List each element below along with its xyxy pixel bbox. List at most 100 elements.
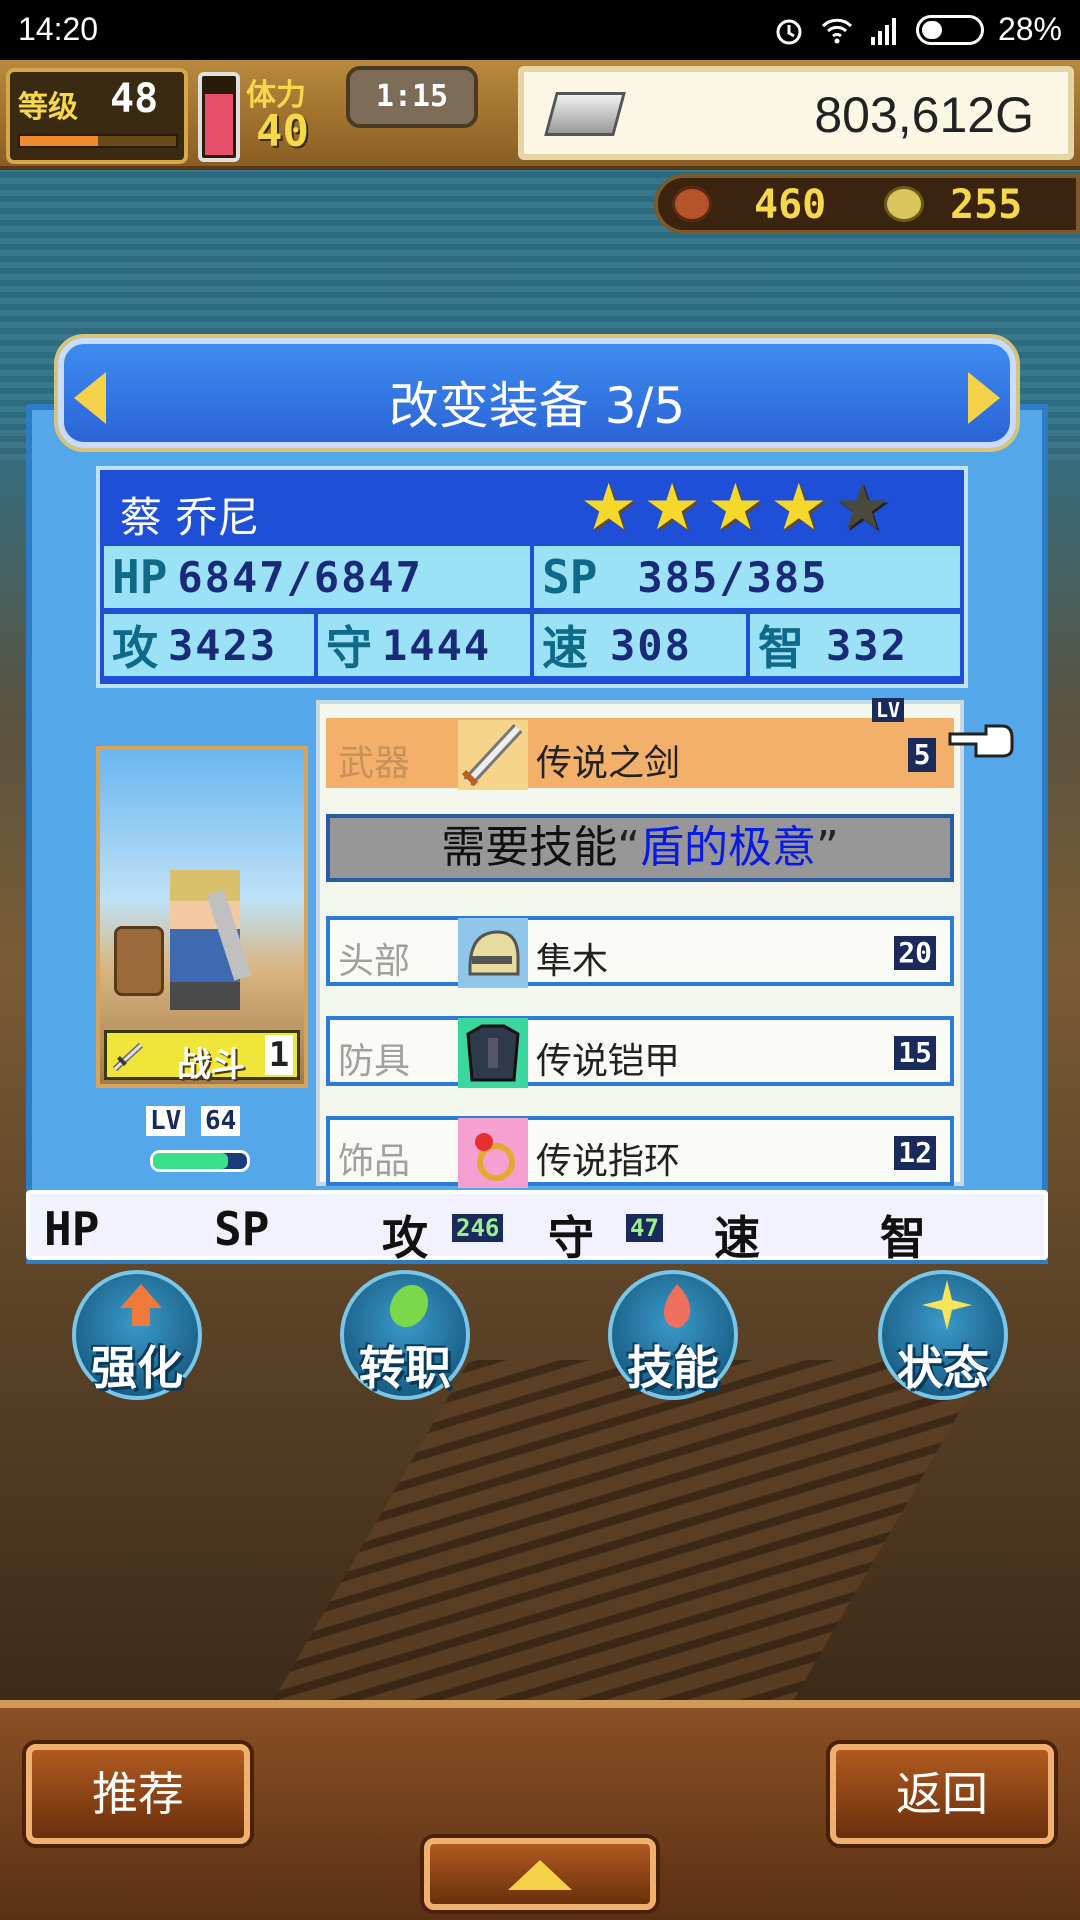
status-bar: 14:20 28% xyxy=(0,0,1080,60)
armor-level: 15 xyxy=(894,1036,936,1070)
summary-hp-label: HP xyxy=(44,1202,100,1256)
stamina-value: 40 xyxy=(256,106,309,157)
level-label: 等级 xyxy=(18,90,78,125)
level-value: 48 xyxy=(110,76,159,122)
status-label: 状态 xyxy=(897,1341,989,1395)
hp-stat: HP 6847/6847 xyxy=(104,546,534,608)
summary-atk-delta: 246 xyxy=(452,1214,504,1242)
sp-label: SP xyxy=(542,550,598,604)
bottom-bar: 推荐 返回 xyxy=(0,1700,1080,1920)
weapon-name: 传说之剑 xyxy=(536,743,681,784)
skills-label: 技能 xyxy=(627,1341,719,1395)
sp-value: 385/385 xyxy=(637,552,829,602)
equip-slot-weapon[interactable]: 武器 传说之剑 LV 5 xyxy=(326,698,954,790)
gold-display: 803,612G xyxy=(518,66,1074,160)
armor-name: 传说铠甲 xyxy=(536,1041,681,1082)
equip-slot-head[interactable]: 头部 隼木 20 xyxy=(326,916,954,988)
signal-icon xyxy=(870,17,896,45)
head-level: 20 xyxy=(894,936,936,970)
spd-value: 308 xyxy=(610,620,692,670)
ring-icon xyxy=(458,1118,528,1188)
required-skill-notice: 需要技能“盾的极意” xyxy=(326,814,954,882)
atk-value: 3423 xyxy=(168,620,278,670)
next-character-arrow-icon[interactable] xyxy=(968,372,1000,424)
required-skill-open-quote: “ xyxy=(617,822,640,873)
expand-up-button[interactable] xyxy=(424,1838,656,1910)
medal-icon xyxy=(884,186,924,222)
helmet-icon xyxy=(458,918,528,988)
character-level-label: LV xyxy=(146,1106,186,1136)
spd-stat: 速 308 xyxy=(534,614,750,676)
character-info: 蔡 乔尼 ★ ★ ★ ★ ★ HP 6847/6847 SP 385/385 攻 342… xyxy=(96,466,968,688)
character-rank-stars: ★ ★ ★ ★ ★ xyxy=(580,476,891,540)
head-slot-label: 头部 xyxy=(338,941,411,982)
job-name: 战斗 xyxy=(177,1045,245,1085)
summary-def-label: 守 xyxy=(548,1211,594,1265)
equip-slot-armor[interactable]: 防具 传说铠甲 15 xyxy=(326,1016,954,1088)
star-filled-icon: ★ xyxy=(770,471,828,545)
stat-row-attributes: 攻 3423 守 1444 速 308 智 332 xyxy=(104,614,960,676)
equip-slot-accessory[interactable]: 饰品 传说指环 12 xyxy=(326,1116,954,1188)
exp-bar xyxy=(150,1150,250,1172)
sp-stat: SP 385/385 xyxy=(534,546,960,608)
meat-icon xyxy=(672,186,712,222)
star-filled-icon: ★ xyxy=(706,471,765,545)
character-level: LV 64 xyxy=(146,1106,241,1136)
back-button[interactable]: 返回 xyxy=(830,1744,1054,1844)
job-level: 1 xyxy=(265,1035,293,1075)
alarm-icon xyxy=(776,19,802,44)
resource-bar: 460 255 xyxy=(654,174,1080,234)
upgrade-label: 强化 xyxy=(91,1341,183,1395)
legendary-sword-icon xyxy=(458,720,528,790)
atk-label: 攻 xyxy=(112,621,158,675)
up-arrow-icon xyxy=(508,1860,572,1890)
sparkle-icon xyxy=(922,1280,972,1330)
barrel-sprite xyxy=(114,926,164,996)
int-value: 332 xyxy=(826,620,908,670)
job-change-label: 转职 xyxy=(359,1341,451,1395)
spd-label: 速 xyxy=(542,621,588,675)
job-badge: 战斗 1 xyxy=(104,1030,300,1085)
recommend-button[interactable]: 推荐 xyxy=(26,1744,250,1844)
wifi-icon xyxy=(821,18,853,43)
armor-icon xyxy=(458,1018,528,1088)
def-label: 守 xyxy=(326,621,372,675)
required-skill-prefix: 需要技能 xyxy=(441,822,618,873)
summary-def-delta: 47 xyxy=(626,1214,663,1242)
title-banner: 改变装备 3/5 xyxy=(58,338,1016,448)
flame-icon xyxy=(664,1284,691,1328)
hp-value: 6847/6847 xyxy=(177,552,423,602)
sword-icon xyxy=(113,1042,144,1071)
weapon-slot-label: 武器 xyxy=(338,743,411,784)
ship-stairs xyxy=(250,1360,990,1740)
character-level-value: 64 xyxy=(200,1106,241,1136)
head-name: 隼木 xyxy=(536,941,609,982)
battery-icon xyxy=(915,14,984,45)
status-button[interactable]: 状态 xyxy=(878,1270,1008,1400)
star-filled-icon: ★ xyxy=(643,471,701,545)
gold-value: 803,612G xyxy=(814,87,1034,143)
stamina-gauge xyxy=(198,72,240,162)
silver-bar-icon xyxy=(544,92,626,136)
def-stat: 守 1444 xyxy=(318,614,534,676)
star-empty-icon: ★ xyxy=(833,471,891,545)
summary-int-label: 智 xyxy=(880,1211,926,1265)
def-value: 1444 xyxy=(382,620,492,670)
character-portrait: 战斗 1 xyxy=(96,746,308,1088)
status-icons: 28% xyxy=(772,11,1062,48)
up-arrow-icon xyxy=(120,1284,162,1326)
character-name: 蔡 乔尼 xyxy=(120,493,260,542)
job-change-button[interactable]: 转职 xyxy=(340,1270,470,1400)
upgrade-button[interactable]: 强化 xyxy=(72,1270,202,1400)
int-stat: 智 332 xyxy=(750,614,960,676)
level-progress-bar xyxy=(18,134,178,148)
stat-change-summary: HP SP 攻 246 守 47 速 智 xyxy=(26,1190,1048,1265)
hp-label: HP xyxy=(112,550,168,604)
required-skill-close-quote: ” xyxy=(816,822,839,873)
panel-title: 改变装备 3/5 xyxy=(388,377,686,435)
summary-atk-label: 攻 xyxy=(382,1211,428,1265)
accessory-slot-label: 饰品 xyxy=(338,1141,411,1182)
stat-row-hp-sp: HP 6847/6847 SP 385/385 xyxy=(104,546,960,608)
accessory-name: 传说指环 xyxy=(536,1141,681,1182)
skills-button[interactable]: 技能 xyxy=(608,1270,738,1400)
